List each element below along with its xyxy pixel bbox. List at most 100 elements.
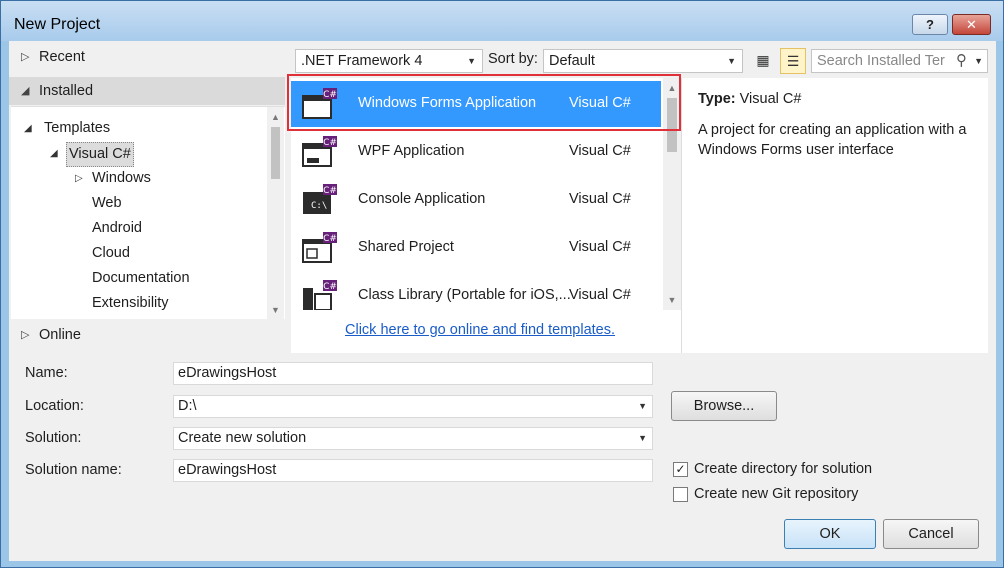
type-value: Visual C# <box>739 91 802 107</box>
new-project-dialog: New Project ? ✕ ▷ Recent ◢ Installed ◢ T… <box>0 0 1004 568</box>
template-item-shared-project[interactable]: C# Shared Project Visual C# <box>291 225 661 271</box>
wpf-icon: C# <box>302 136 337 167</box>
nav-installed[interactable]: ◢ Installed <box>9 77 285 105</box>
tree-node-web[interactable]: Web <box>92 192 122 215</box>
console-icon: C:\ C# <box>303 184 337 214</box>
nav-online-label: Online <box>39 327 81 343</box>
template-name: Class Library (Portable for iOS,... <box>358 287 570 303</box>
templates-list: C# Windows Forms Application Visual C# C… <box>291 78 661 310</box>
svg-text:C#: C# <box>323 138 337 148</box>
svg-text:C#: C# <box>323 282 337 292</box>
search-icon[interactable]: ⚲ <box>956 50 967 72</box>
nav-online[interactable]: ▷ Online <box>9 321 285 349</box>
online-templates-link[interactable]: Click here to go online and find templat… <box>345 322 615 338</box>
create-directory-label: Create directory for solution <box>694 461 873 477</box>
template-item-windows-forms[interactable]: C# Windows Forms Application Visual C# <box>291 81 661 127</box>
solution-name-label: Solution name: <box>25 462 122 478</box>
scroll-down-icon[interactable]: ▼ <box>663 292 681 308</box>
collapse-arrow-icon[interactable]: ◢ <box>24 117 32 140</box>
chevron-down-icon[interactable]: ▼ <box>974 50 983 72</box>
tree-node-extensibility[interactable]: Extensibility <box>92 292 169 315</box>
tree-scrollbar[interactable]: ▲ ▼ <box>267 107 284 319</box>
template-description: A project for creating an application wi… <box>698 122 967 158</box>
type-label: Type: <box>698 91 736 107</box>
solution-value: Create new solution <box>178 430 307 446</box>
tree-node-label: Visual C# <box>66 142 134 167</box>
expand-arrow-icon[interactable]: ▷ <box>21 43 29 71</box>
template-item-console[interactable]: C:\ C# Console Application Visual C# <box>291 177 661 223</box>
tree-node-android[interactable]: Android <box>92 217 142 240</box>
location-label: Location: <box>25 398 84 414</box>
svg-text:C:\: C:\ <box>311 201 327 211</box>
grid-view-icon: ▦ <box>756 52 770 68</box>
dialog-title: New Project <box>14 16 101 33</box>
location-combo[interactable]: D:\ ▼ <box>173 395 653 418</box>
cancel-button[interactable]: Cancel <box>883 519 979 549</box>
chevron-down-icon: ▼ <box>467 56 476 66</box>
expand-arrow-icon[interactable]: ▷ <box>75 167 83 190</box>
list-view-button[interactable]: ☰ <box>780 48 806 74</box>
help-button[interactable]: ? <box>912 14 948 35</box>
class-library-icon: C# <box>303 280 337 310</box>
search-installed-templates-input[interactable]: Search Installed Ter ⚲ ▼ <box>811 49 988 73</box>
template-language: Visual C# <box>569 287 631 303</box>
scroll-up-icon[interactable]: ▲ <box>663 80 681 96</box>
sort-value: Default <box>549 53 595 69</box>
solution-label: Solution: <box>25 430 82 446</box>
framework-value: .NET Framework 4 <box>301 53 423 69</box>
search-placeholder: Search Installed Ter <box>817 53 945 69</box>
svg-text:C#: C# <box>323 234 337 244</box>
solution-combo[interactable]: Create new solution ▼ <box>173 427 653 450</box>
nav-installed-label: Installed <box>39 83 94 99</box>
solution-name-field[interactable]: eDrawingsHost <box>173 459 653 482</box>
template-tree: ◢ Templates ◢ Visual C# ▷ Windows Web An… <box>11 106 285 319</box>
location-value: D:\ <box>178 398 197 414</box>
template-type: Type: Visual C# <box>698 91 801 107</box>
shared-project-icon: C# <box>302 232 337 263</box>
framework-dropdown[interactable]: .NET Framework 4 ▼ <box>295 49 483 73</box>
template-name: Shared Project <box>358 239 454 255</box>
small-icons-view-button[interactable]: ▦ <box>750 48 776 74</box>
ok-button[interactable]: OK <box>784 519 876 549</box>
chevron-down-icon[interactable]: ▼ <box>638 428 647 449</box>
template-language: Visual C# <box>569 143 631 159</box>
create-git-checkbox[interactable] <box>673 487 688 502</box>
category-pane: ▷ Recent ◢ Installed ◢ Templates ◢ Visua… <box>9 41 285 353</box>
close-button[interactable]: ✕ <box>952 14 991 35</box>
chevron-down-icon[interactable]: ▼ <box>638 396 647 417</box>
templates-panel: C# Windows Forms Application Visual C# C… <box>291 78 681 353</box>
collapse-arrow-icon[interactable]: ◢ <box>21 77 29 105</box>
winforms-icon: C# <box>302 88 337 119</box>
templates-scrollbar[interactable]: ▲ ▼ <box>663 78 681 310</box>
sort-by-label: Sort by: <box>488 51 538 67</box>
dialog-client-area: ▷ Recent ◢ Installed ◢ Templates ◢ Visua… <box>9 41 996 561</box>
name-label: Name: <box>25 365 68 381</box>
list-view-icon: ☰ <box>786 53 800 69</box>
sort-dropdown[interactable]: Default ▼ <box>543 49 743 73</box>
name-field[interactable]: eDrawingsHost <box>173 362 653 385</box>
template-item-class-library-portable[interactable]: C# Class Library (Portable for iOS,... V… <box>291 273 661 310</box>
scroll-up-icon[interactable]: ▲ <box>267 109 284 125</box>
tree-node-cloud[interactable]: Cloud <box>92 242 130 265</box>
template-name: WPF Application <box>358 143 465 159</box>
template-item-wpf[interactable]: C# WPF Application Visual C# <box>291 129 661 175</box>
template-language: Visual C# <box>569 239 631 255</box>
expand-arrow-icon[interactable]: ▷ <box>21 321 29 349</box>
nav-recent[interactable]: ▷ Recent <box>9 43 285 71</box>
template-language: Visual C# <box>569 95 631 111</box>
nav-recent-label: Recent <box>39 49 85 65</box>
template-details-panel: Type: Visual C# A project for creating a… <box>681 78 988 353</box>
create-directory-checkbox[interactable]: ✓ <box>673 462 688 477</box>
title-bar[interactable]: New Project ? ✕ <box>1 1 1003 41</box>
svg-text:C#: C# <box>323 186 337 196</box>
collapse-arrow-icon[interactable]: ◢ <box>50 142 58 165</box>
scrollbar-thumb[interactable] <box>667 98 677 152</box>
template-name: Console Application <box>358 191 486 207</box>
tree-node-documentation[interactable]: Documentation <box>92 267 190 290</box>
tree-node-label: Templates <box>44 120 111 136</box>
template-name: Windows Forms Application <box>358 95 537 111</box>
browse-button[interactable]: Browse... <box>671 391 777 421</box>
scroll-down-icon[interactable]: ▼ <box>267 302 284 318</box>
scrollbar-thumb[interactable] <box>271 127 280 179</box>
template-language: Visual C# <box>569 191 631 207</box>
